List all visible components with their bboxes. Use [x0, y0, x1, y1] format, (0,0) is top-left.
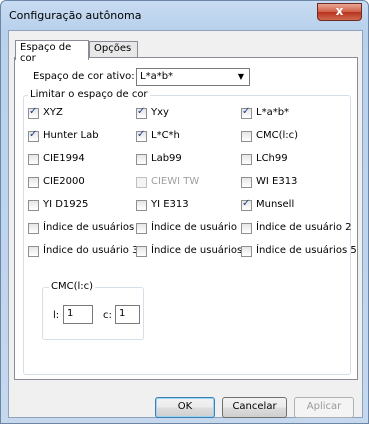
close-icon: x — [335, 4, 344, 18]
cmc-l-label: l: — [53, 310, 60, 321]
checkbox[interactable]: ✓ — [241, 246, 252, 257]
close-button[interactable]: x — [317, 3, 362, 21]
option-label: LCh99 — [256, 153, 288, 164]
checkbox[interactable]: ✓ — [28, 223, 39, 234]
dialog-client-area: Espaço de cor Opções Espaço de cor ativo… — [8, 30, 363, 418]
checkmark-icon: ✓ — [242, 198, 251, 209]
checkbox[interactable]: ✓ — [136, 246, 147, 257]
checkbox[interactable]: ✓ — [241, 198, 252, 211]
tab-panel: Espaço de cor ativo: L*a*b* ▼ Limitar o … — [14, 57, 358, 380]
option-label: L*a*b* — [256, 107, 290, 118]
option-label: Índice de usuários 5 — [256, 245, 357, 256]
checkmark-icon: ✓ — [242, 106, 251, 117]
color-space-select[interactable]: L*a*b* ▼ — [136, 68, 250, 86]
checkbox[interactable]: ✓ — [28, 177, 39, 188]
tab-label: Opções — [94, 43, 132, 54]
option-label: Hunter Lab — [43, 130, 99, 141]
option-label: Índice de usuário 1 — [151, 222, 247, 233]
checkbox[interactable]: ✓ — [241, 106, 252, 119]
chevron-down-icon: ▼ — [237, 72, 244, 81]
checkbox[interactable]: ✓ — [241, 177, 252, 188]
option-label: Índice de usuários 4 — [151, 245, 252, 256]
tab-espaco-de-cor[interactable]: Espaço de cor — [15, 40, 89, 64]
checkbox[interactable]: ✓ — [28, 246, 39, 257]
option-label: CIE2000 — [43, 176, 85, 187]
ok-button[interactable]: OK — [155, 397, 215, 418]
option-label: Munsell — [256, 199, 295, 210]
option-label: YI E313 — [151, 199, 189, 210]
checkbox[interactable]: ✓ — [28, 154, 39, 165]
cmc-l-input[interactable]: 1 — [63, 305, 93, 324]
option-label: L*C*h — [151, 130, 180, 141]
ok-label: OK — [177, 401, 193, 412]
option-label: Índice do usuário 3 — [43, 245, 139, 256]
color-space-label: Espaço de cor ativo: — [33, 71, 135, 82]
option-label: Yxy — [151, 107, 169, 118]
checkmark-icon: ✓ — [29, 106, 38, 117]
apply-button[interactable]: Aplicar — [294, 397, 354, 418]
window-title: Configuração autônoma — [9, 9, 142, 22]
checkbox: ✓ — [136, 177, 147, 188]
checkbox[interactable]: ✓ — [241, 131, 252, 142]
checkmark-icon: ✓ — [137, 106, 146, 117]
checkbox[interactable]: ✓ — [136, 223, 147, 234]
checkbox[interactable]: ✓ — [28, 129, 39, 142]
tab-opcoes[interactable]: Opções — [89, 41, 138, 58]
cmc-group: CMC(l:c) l: 1 c: 1 — [42, 281, 144, 340]
option-label: CIE1994 — [43, 153, 85, 164]
option-label: WI E313 — [256, 176, 298, 187]
checkmark-icon: ✓ — [29, 129, 38, 140]
option-label: YI D1925 — [43, 199, 89, 210]
option-label: CIEWI TW — [151, 176, 200, 187]
checkbox[interactable]: ✓ — [136, 106, 147, 119]
option-label: Índice de usuários 0 — [43, 222, 144, 233]
cancel-label: Cancelar — [232, 401, 277, 412]
option-label: XYZ — [43, 107, 63, 118]
cmc-c-label: c: — [103, 310, 112, 321]
dialog-window: Configuração autônoma x Espaço de cor Op… — [0, 0, 369, 424]
cmc-group-title: CMC(l:c) — [49, 281, 96, 292]
checkbox[interactable]: ✓ — [136, 129, 147, 142]
color-space-value: L*a*b* — [140, 71, 174, 82]
cmc-l-value: 1 — [67, 308, 74, 319]
option-label: Lab99 — [151, 153, 182, 164]
checkbox[interactable]: ✓ — [241, 154, 252, 165]
limit-color-space-group: Limitar o espaço de cor ✓ XYZ ✓ Yxy ✓ L*a*b* ✓… — [23, 89, 357, 375]
checkbox[interactable]: ✓ — [28, 200, 39, 211]
apply-label: Aplicar — [306, 401, 342, 412]
cancel-button[interactable]: Cancelar — [222, 397, 287, 418]
checkbox[interactable]: ✓ — [136, 154, 147, 165]
cmc-c-input[interactable]: 1 — [115, 305, 140, 324]
cmc-c-value: 1 — [119, 308, 126, 319]
checkbox[interactable]: ✓ — [28, 106, 39, 119]
option-label: CMC(l:c) — [256, 130, 299, 141]
group-title: Limitar o espaço de cor — [28, 89, 150, 100]
checkbox[interactable]: ✓ — [136, 200, 147, 211]
checkmark-icon: ✓ — [137, 129, 146, 140]
option-label: Índice de usuário 2 — [256, 222, 352, 233]
checkbox[interactable]: ✓ — [241, 223, 252, 234]
